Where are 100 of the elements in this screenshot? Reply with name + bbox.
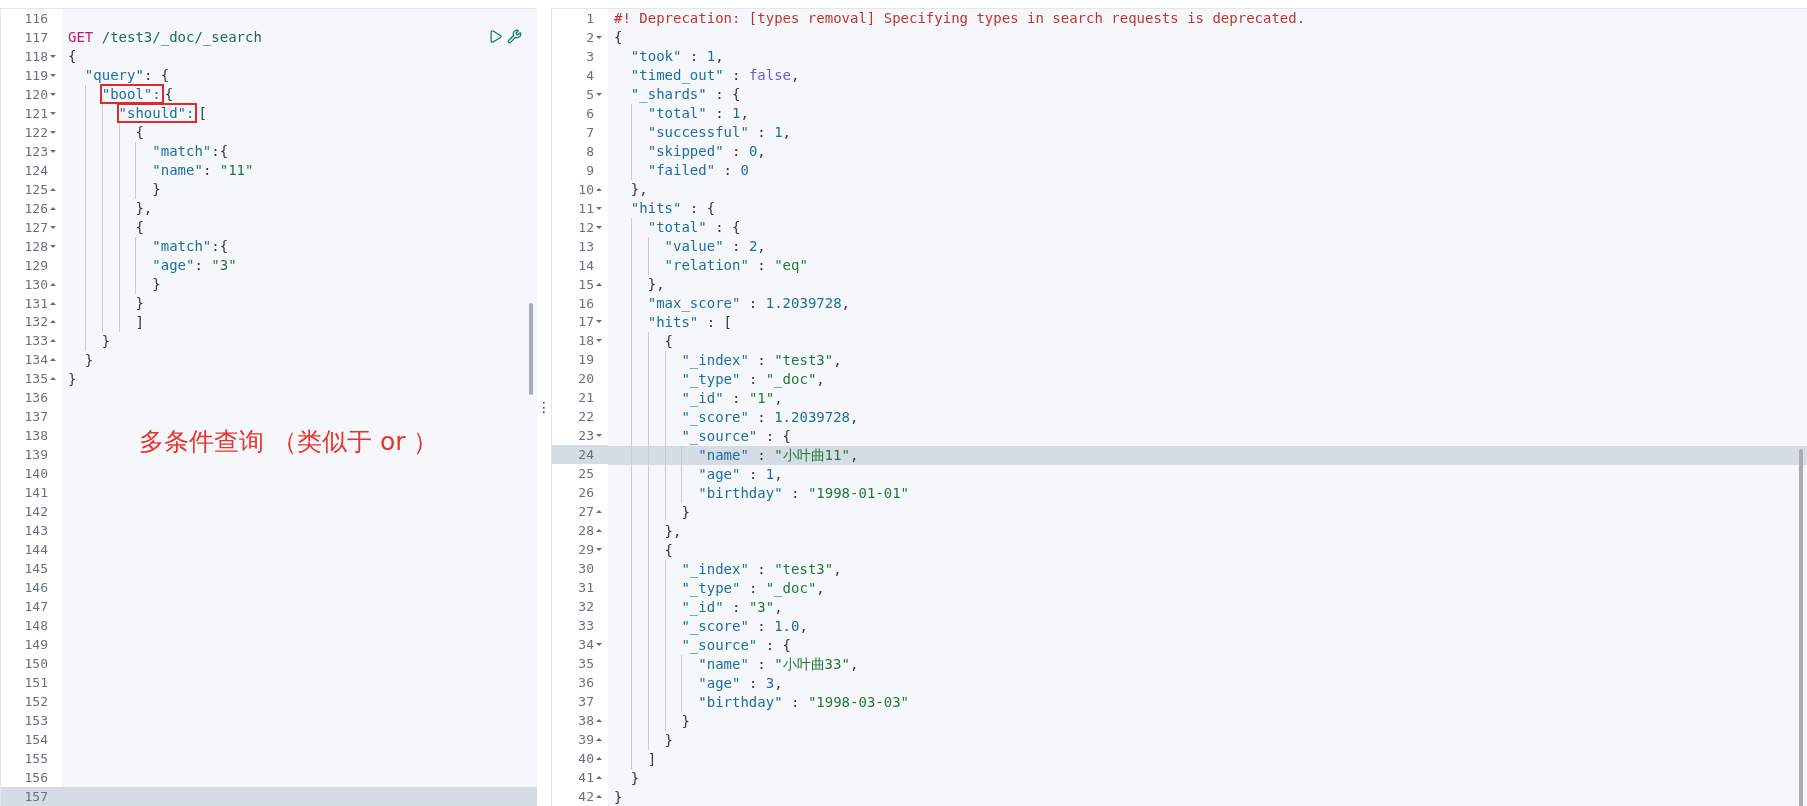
caret-down-icon[interactable] <box>596 320 602 324</box>
wrench-button[interactable] <box>507 29 522 44</box>
caret-down-icon[interactable] <box>50 149 56 153</box>
line-number: 14 <box>578 257 594 273</box>
code-line: } <box>151 180 161 197</box>
caret-up-icon[interactable] <box>596 794 602 798</box>
caret-down-icon[interactable] <box>50 244 56 248</box>
code-line: } <box>680 713 690 729</box>
line-number: 126 <box>24 200 48 216</box>
caret-up-icon[interactable] <box>50 339 56 343</box>
caret-up-icon[interactable] <box>50 206 56 210</box>
line-number: 146 <box>24 580 48 596</box>
line-number: 25 <box>578 466 594 482</box>
code-line: "_source" : { <box>680 637 791 653</box>
caret-up-icon[interactable] <box>50 358 56 362</box>
caret-down-icon[interactable] <box>596 206 602 210</box>
line-number: 157 <box>24 788 48 804</box>
caret-up-icon[interactable] <box>596 529 602 533</box>
caret-down-icon[interactable] <box>596 434 602 438</box>
code-line: "birthday" : "1998-03-03" <box>697 694 910 710</box>
code-line: "match":{ <box>151 237 229 254</box>
caret-down-icon[interactable] <box>50 111 56 115</box>
line-number: 137 <box>24 409 48 425</box>
line-number: 9 <box>586 162 594 178</box>
line-number: 120 <box>24 86 48 102</box>
caret-up-icon[interactable] <box>50 301 56 305</box>
caret-down-icon[interactable] <box>50 130 56 134</box>
resize-handle[interactable]: ⋮ <box>537 400 551 414</box>
code-line: { <box>134 123 144 140</box>
code-line: "age" : 1, <box>697 466 783 482</box>
caret-up-icon[interactable] <box>596 756 602 760</box>
caret-down-icon[interactable] <box>50 92 56 96</box>
line-number: 131 <box>24 295 48 311</box>
caret-down-icon[interactable] <box>596 339 602 343</box>
line-number: 36 <box>578 674 594 690</box>
code-line: "_type" : "_doc", <box>680 371 825 387</box>
code-line: "successful" : 1, <box>646 124 792 140</box>
caret-up-icon[interactable] <box>596 282 602 286</box>
line-number: 8 <box>586 143 594 159</box>
line-number: 117 <box>24 29 48 45</box>
line-number: 144 <box>24 542 48 558</box>
code-line: }, <box>646 276 665 292</box>
line-number: 31 <box>578 580 594 596</box>
line-number: 1 <box>586 11 594 26</box>
line-number: 125 <box>24 181 48 197</box>
line-number: 5 <box>586 86 594 102</box>
code-line: "name" : "小叶曲11", <box>697 447 859 463</box>
line-number: 134 <box>24 352 48 368</box>
code-line: "took" : 1, <box>629 48 724 64</box>
line-number: 28 <box>578 523 594 539</box>
code-line: } <box>134 294 144 311</box>
scrollbar-thumb[interactable] <box>529 303 533 395</box>
line-number: 32 <box>578 599 594 614</box>
line-number: 136 <box>24 390 48 406</box>
code-line: "relation" : "eq" <box>663 257 808 273</box>
caret-down-icon[interactable] <box>596 35 602 39</box>
code-line: "_score" : 1.2039728, <box>680 409 859 425</box>
caret-down-icon[interactable] <box>596 548 602 552</box>
caret-up-icon[interactable] <box>50 377 56 381</box>
caret-up-icon[interactable] <box>50 320 56 324</box>
code-line: "age" : 3, <box>697 675 783 691</box>
scrollbar-thumb[interactable] <box>1799 449 1803 806</box>
line-number: 127 <box>24 219 48 235</box>
caret-up-icon[interactable] <box>596 718 602 722</box>
caret-up-icon[interactable] <box>596 510 602 514</box>
annotation-text: 多条件查询 （类似于 or ） <box>139 426 439 458</box>
caret-up-icon[interactable] <box>50 187 56 191</box>
line-number: 152 <box>24 693 48 709</box>
caret-up-icon[interactable] <box>596 187 602 191</box>
line-number: 27 <box>578 504 594 520</box>
line-number: 116 <box>24 11 48 26</box>
line-number: 22 <box>578 409 594 425</box>
line-number: 4 <box>586 67 594 83</box>
caret-down-icon[interactable] <box>596 642 602 646</box>
caret-down-icon[interactable] <box>50 225 56 229</box>
caret-up-icon[interactable] <box>596 775 602 779</box>
caret-down-icon[interactable] <box>596 92 602 96</box>
code-line: "_index" : "test3", <box>680 352 842 368</box>
line-number: 151 <box>24 674 48 690</box>
line-number: 10 <box>578 181 594 197</box>
line-number: 124 <box>24 162 48 178</box>
line-number: 17 <box>578 314 594 330</box>
code-line: { <box>663 333 673 349</box>
line-number: 133 <box>24 333 48 349</box>
line-number: 148 <box>24 618 48 633</box>
code-line: }, <box>663 523 682 539</box>
caret-down-icon[interactable] <box>50 73 56 77</box>
play-button[interactable] <box>488 29 503 44</box>
line-number: 154 <box>24 731 48 747</box>
caret-up-icon[interactable] <box>50 282 56 286</box>
caret-up-icon[interactable] <box>596 737 602 741</box>
code-line: "_id" : "3", <box>680 599 783 615</box>
caret-down-icon[interactable] <box>596 225 602 229</box>
code-line: "_id" : "1", <box>680 390 783 406</box>
code-line: "total" : { <box>646 219 741 235</box>
code-line: } <box>680 504 690 520</box>
line-number: 15 <box>578 276 594 292</box>
line-number: 37 <box>578 693 594 709</box>
caret-down-icon[interactable] <box>50 54 56 58</box>
line-number: 2 <box>586 29 594 45</box>
